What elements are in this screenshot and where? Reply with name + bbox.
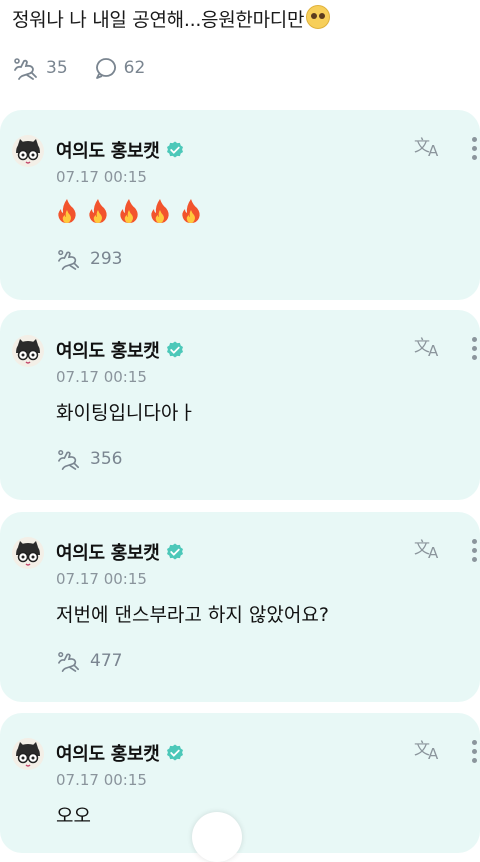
author-row: 여의도 홍보캣: [56, 337, 184, 363]
author-name[interactable]: 여의도 홍보캣: [56, 740, 160, 766]
avatar[interactable]: [12, 537, 44, 569]
avatar[interactable]: [12, 738, 44, 770]
comment-card[interactable]: 여의도 홍보캣 07.17 00:15 화이팅입니다아ㅏ 356 文 A: [0, 310, 480, 500]
comment-text: 오오: [56, 805, 91, 827]
post-stats: 35 62: [12, 56, 171, 80]
more-vertical-icon[interactable]: [470, 137, 480, 161]
verified-badge-icon: [166, 341, 183, 358]
post-comment-count: 62: [123, 58, 146, 78]
post-text: 정워나 나 내일 공연해...응원한마디만: [12, 5, 331, 32]
verified-badge-icon: [166, 141, 183, 158]
fire-emoji-icon: [151, 199, 169, 223]
avatar[interactable]: [12, 335, 44, 367]
comment-card[interactable]: 여의도 홍보캣 07.17 00:15 293 文 A: [0, 110, 480, 300]
comment-text: 화이팅입니다아ㅏ: [56, 402, 196, 424]
more-vertical-icon[interactable]: [470, 337, 480, 361]
comment-text: 저번에 댄스부라고 하지 않았어요?: [56, 604, 329, 626]
comment-timestamp: 07.17 00:15: [56, 570, 147, 588]
svg-text:A: A: [428, 142, 439, 158]
comment-like-button[interactable]: 356: [56, 448, 122, 470]
cat-avatar-icon: [16, 541, 40, 566]
cat-avatar-icon: [16, 139, 40, 164]
post-text-body: 정워나 나 내일 공연해...응원한마디만: [12, 9, 305, 31]
paw-like-icon: [58, 450, 79, 470]
comment-timestamp: 07.17 00:15: [56, 368, 147, 386]
author-row: 여의도 홍보캣: [56, 137, 184, 163]
translate-icon[interactable]: 文 A: [414, 536, 444, 560]
comment-like-count: 356: [90, 449, 123, 469]
author-name[interactable]: 여의도 홍보캣: [56, 137, 160, 163]
fire-emoji-icon: [120, 199, 138, 223]
paw-like-icon: [58, 652, 79, 672]
svg-text:A: A: [428, 342, 439, 358]
post-like-button[interactable]: 35: [12, 56, 68, 80]
post-like-count: 35: [46, 58, 68, 78]
author-name[interactable]: 여의도 홍보캣: [56, 337, 160, 363]
comment-like-button[interactable]: 477: [56, 650, 122, 672]
cat-avatar-icon: [16, 742, 40, 767]
author-name[interactable]: 여의도 홍보캣: [56, 539, 160, 565]
post-header: 정워나 나 내일 공연해...응원한마디만 35 62: [0, 0, 480, 100]
post-comment-button[interactable]: 62: [94, 56, 146, 80]
fire-emoji-icon: [58, 199, 76, 223]
comment-bubble-icon: [95, 58, 116, 79]
more-vertical-icon[interactable]: [470, 539, 480, 563]
comment-timestamp: 07.17 00:15: [56, 771, 147, 789]
scroll-to-top-button[interactable]: [192, 812, 242, 862]
comment-like-count: 293: [90, 249, 123, 269]
paw-like-icon: [58, 250, 79, 270]
fire-emoji-icon: [182, 199, 200, 223]
cat-avatar-icon: [16, 339, 40, 364]
comment-text: [56, 198, 211, 225]
pleading-face-emoji-icon: [306, 5, 331, 29]
svg-text:A: A: [428, 544, 439, 560]
comment-card[interactable]: 여의도 홍보캣 07.17 00:15 저번에 댄스부라고 하지 않았어요? 4…: [0, 512, 480, 702]
paw-like-icon: [14, 58, 37, 80]
avatar[interactable]: [12, 135, 44, 167]
translate-icon[interactable]: 文 A: [414, 334, 444, 358]
comment-like-count: 477: [90, 651, 123, 671]
more-vertical-icon[interactable]: [470, 740, 480, 764]
author-row: 여의도 홍보캣: [56, 539, 184, 565]
svg-text:A: A: [428, 745, 439, 761]
comment-timestamp: 07.17 00:15: [56, 168, 147, 186]
author-row: 여의도 홍보캣: [56, 740, 184, 766]
fire-emoji-icon: [89, 199, 107, 223]
comment-like-button[interactable]: 293: [56, 248, 122, 270]
translate-icon[interactable]: 文 A: [414, 737, 444, 761]
translate-icon[interactable]: 文 A: [414, 134, 444, 158]
verified-badge-icon: [166, 744, 183, 761]
verified-badge-icon: [166, 543, 183, 560]
